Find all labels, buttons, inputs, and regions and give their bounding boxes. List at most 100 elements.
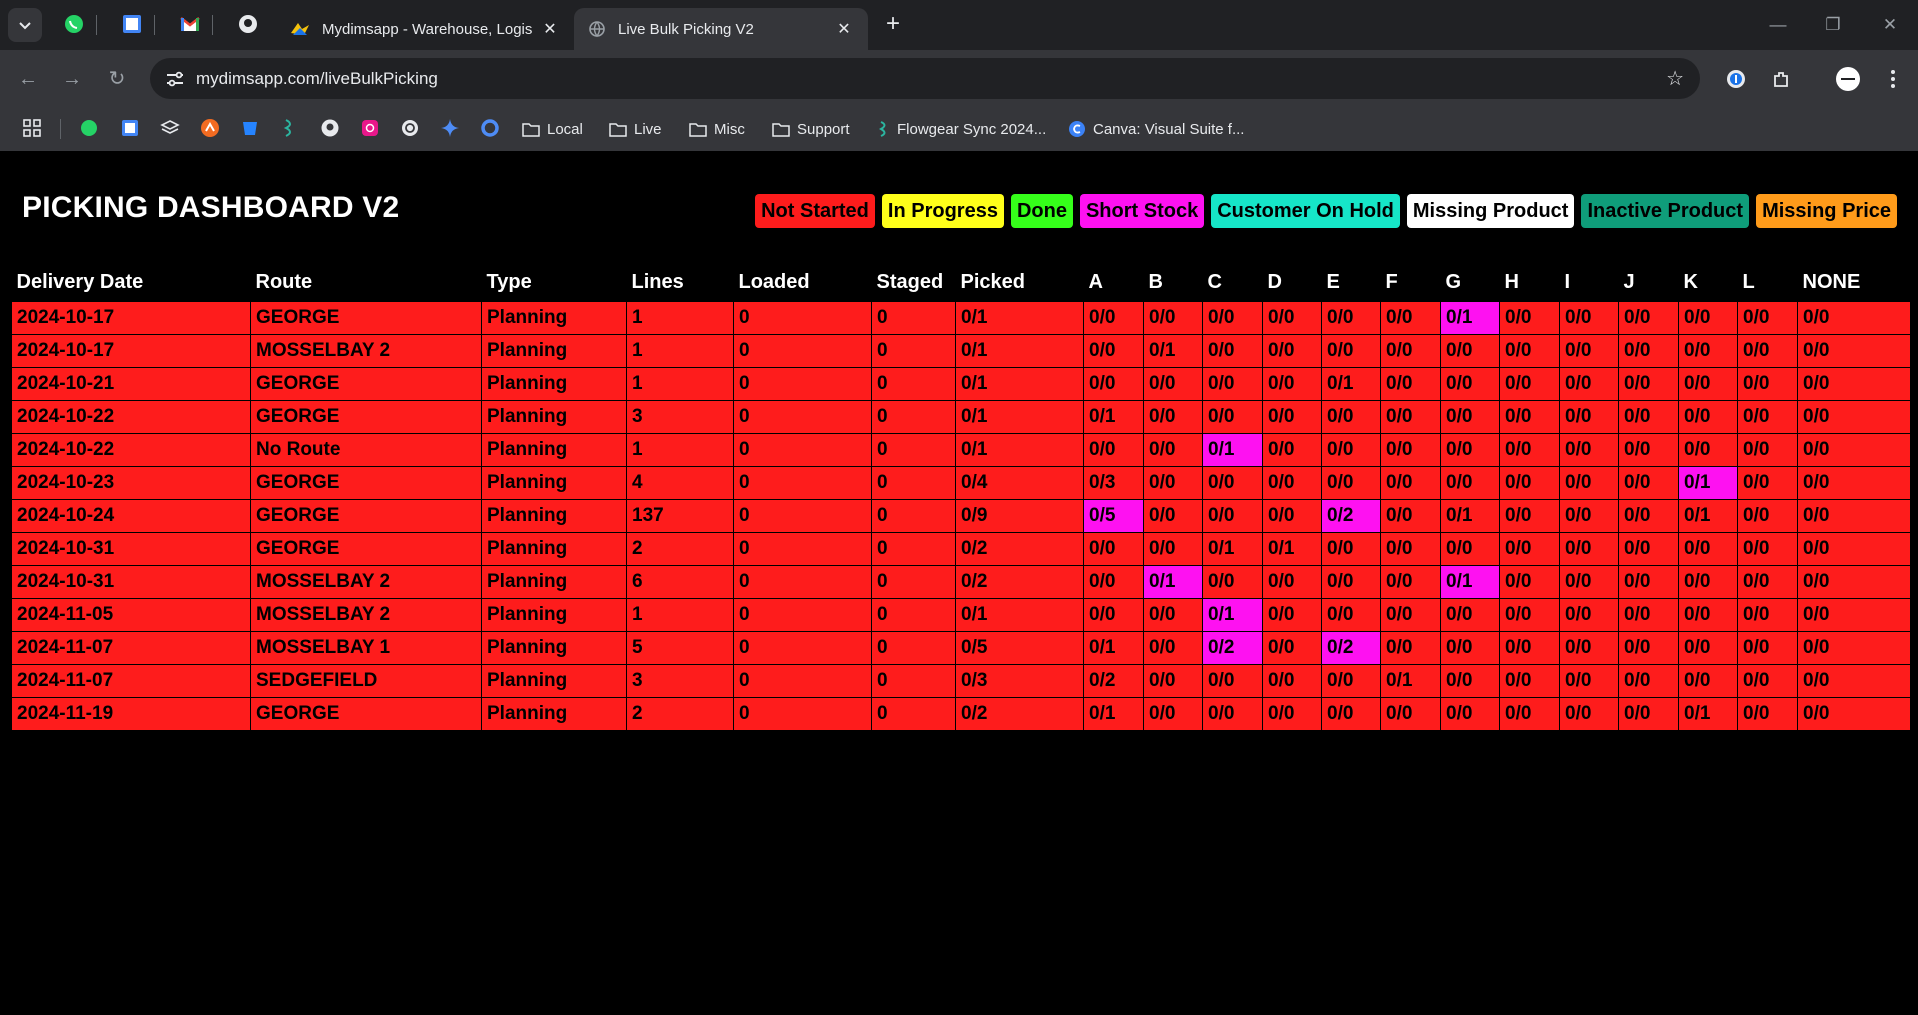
address-bar[interactable]: mydimsapp.com/liveBulkPicking ☆ [150,58,1700,99]
openai-icon[interactable] [399,117,421,139]
bookmark-folder-live[interactable]: Live [609,117,662,141]
picked-cell: 0/1 [955,597,1084,632]
type-cell: Planning [481,300,627,335]
layers-icon[interactable] [159,117,181,139]
loaded-cell: 0 [733,531,872,566]
zone-cell-h: 0/0 [1499,531,1560,566]
pinned-tab-github[interactable] [236,12,260,36]
bookmark-link-flowgear[interactable]: Flowgear Sync 2024... [878,117,1046,141]
picked-cell: 0/4 [955,465,1084,500]
route-cell: No Route [250,432,482,467]
apps-grid-icon[interactable] [21,117,43,139]
zone-cell-e: 0/0 [1321,333,1381,368]
restore-icon[interactable]: ❐ [1818,12,1848,38]
whatsapp-icon[interactable] [78,117,100,139]
staged-cell: 0 [871,531,956,566]
zone-cell-i: 0/0 [1559,630,1619,665]
table-row[interactable]: 2024-11-07 SEDGEFIELD Planning 3 0 0 0/3 0/2 0/0… [11,663,1911,698]
forward-icon[interactable]: → [58,65,86,93]
zone-cell-l: 0/0 [1737,432,1798,467]
bookmark-folder-misc[interactable]: Misc [689,117,745,141]
zone-cell-f: 0/0 [1380,399,1441,434]
bookmark-separator [60,119,61,139]
table-row[interactable]: 2024-10-23 GEORGE Planning 4 0 0 0/4 0/3 0/0 0/0 0… [11,465,1911,500]
zone-cell-j: 0/0 [1618,465,1679,500]
zone-cell-i: 0/0 [1559,531,1619,566]
close-icon[interactable]: ✕ [540,19,560,39]
zone-cell-none: 0/0 [1797,696,1911,731]
zone-cell-k: 0/0 [1678,630,1738,665]
orange-app-icon[interactable] [199,117,221,139]
column-header-e: E [1326,271,1340,294]
bookmark-star-icon[interactable]: ☆ [1666,66,1684,91]
route-cell: GEORGE [250,399,482,434]
close-icon[interactable]: ✕ [834,19,854,39]
table-row[interactable]: 2024-10-17 GEORGE Planning 1 0 0 0/1 0/0 0/0 0/0 0… [11,300,1911,335]
profile-avatar[interactable] [1833,64,1863,94]
tab-mydimsapp[interactable]: Mydimsapp - Warehouse, Logis ✕ [276,8,574,50]
zone-cell-e: 0/0 [1321,399,1381,434]
zone-cell-f: 0/0 [1380,531,1441,566]
zone-cell-k: 0/0 [1678,432,1738,467]
loaded-cell: 0 [733,597,872,632]
zone-cell-g: 0/0 [1440,663,1500,698]
table-row[interactable]: 2024-11-05 MOSSELBAY 2 Planning 1 0 0 0/1 0/0 0/… [11,597,1911,632]
delivery-date-cell: 2024-10-21 [11,366,251,401]
type-cell: Planning [481,663,627,698]
page-content: PICKING DASHBOARD V2 Not Started In Progr… [0,151,1918,1015]
table-row[interactable]: 2024-10-22 No Route Planning 1 0 0 0/1 0/0 0/0 0/… [11,432,1911,467]
table-row[interactable]: 2024-11-07 MOSSELBAY 1 Planning 5 0 0 0/5 0/1 0/… [11,630,1911,665]
pinned-tab-whatsapp[interactable] [62,12,86,36]
site-settings-icon[interactable] [164,68,186,90]
pinned-tab-calendar[interactable] [120,12,144,36]
password-manager-icon[interactable] [1721,64,1751,94]
table-header-row: Delivery Date Route Type Lines Loaded Staged P… [12,265,1911,301]
delivery-date-cell: 2024-10-23 [11,465,251,500]
bookmark-folder-local[interactable]: Local [522,117,583,141]
new-tab-button[interactable]: + [880,12,906,38]
zone-cell-f: 0/1 [1380,663,1441,698]
tab-search-button[interactable] [8,8,42,42]
zone-cell-d: 0/0 [1262,564,1322,599]
browser-toolbar: ← → ↻ mydimsapp.com/liveBulkPicking ☆ [0,50,1918,107]
zone-cell-none: 0/0 [1797,564,1911,599]
zone-cell-e: 0/0 [1321,663,1381,698]
table-row[interactable]: 2024-10-21 GEORGE Planning 1 0 0 0/1 0/0 0/0 0/0 0… [11,366,1911,401]
minimize-icon[interactable]: — [1763,12,1793,38]
tab-live-bulk-picking[interactable]: Live Bulk Picking V2 ✕ [574,8,868,50]
menu-dots-icon[interactable] [1878,64,1908,94]
table-row[interactable]: 2024-10-31 GEORGE Planning 2 0 0 0/2 0/0 0/0 0/1 0… [11,531,1911,566]
zone-cell-k: 0/1 [1678,696,1738,731]
zone-cell-l: 0/0 [1737,597,1798,632]
flowgear-icon[interactable] [279,117,301,139]
reload-icon[interactable]: ↻ [103,65,131,93]
extensions-icon[interactable] [1766,64,1796,94]
bookmark-folder-support[interactable]: Support [772,117,850,141]
picked-cell: 0/1 [955,366,1084,401]
table-row[interactable]: 2024-11-19 GEORGE Planning 2 0 0 0/2 0/1 0/0 0/0 0… [11,696,1911,731]
table-row[interactable]: 2024-10-31 MOSSELBAY 2 Planning 6 0 0 0/2 0/0 0/… [11,564,1911,599]
lines-cell: 1 [626,333,734,368]
zone-cell-f: 0/0 [1380,597,1441,632]
table-row[interactable]: 2024-10-17 MOSSELBAY 2 Planning 1 0 0 0/1 0/0 0/… [11,333,1911,368]
column-header-l: L [1742,271,1755,294]
zone-cell-k: 0/0 [1678,564,1738,599]
bitbucket-icon[interactable] [239,117,261,139]
zone-cell-k: 0/0 [1678,531,1738,566]
github-icon[interactable] [319,117,341,139]
google-calendar-icon[interactable] [119,117,141,139]
table-row[interactable]: 2024-10-24 GEORGE Planning 137 0 0 0/9 0/5 0/0 0/… [11,498,1911,533]
lines-cell: 2 [626,696,734,731]
back-icon[interactable]: ← [14,65,42,93]
pink-app-icon[interactable] [359,117,381,139]
zone-cell-d: 0/0 [1262,630,1322,665]
route-cell: MOSSELBAY 2 [250,564,482,599]
zone-cell-g: 0/0 [1440,531,1500,566]
bookmark-link-label: Canva: Visual Suite f... [1093,120,1245,138]
gemini-icon[interactable] [439,117,461,139]
ring-app-icon[interactable] [479,117,501,139]
bookmark-link-canva[interactable]: Canva: Visual Suite f... [1068,117,1244,141]
pinned-tab-gmail[interactable] [178,12,202,36]
table-row[interactable]: 2024-10-22 GEORGE Planning 3 0 0 0/1 0/1 0/0 0/0 0… [11,399,1911,434]
window-close-icon[interactable]: ✕ [1875,12,1905,38]
